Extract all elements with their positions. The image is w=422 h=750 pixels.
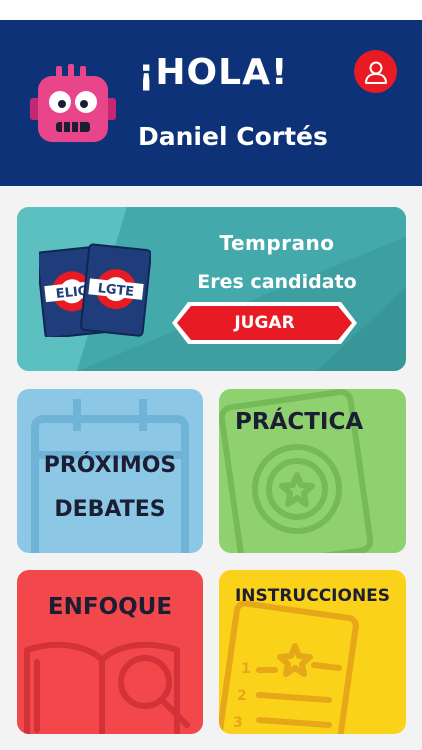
svg-text:3: 3 xyxy=(233,715,243,731)
tile-instructions[interactable]: 1 2 3 INSTRUCCIONES xyxy=(219,570,406,734)
tile-focus[interactable]: ENFOQUE xyxy=(17,570,203,734)
svg-text:1: 1 xyxy=(241,661,251,677)
banner-title: Temprano xyxy=(219,231,335,255)
greeting-title: ¡HOLA! xyxy=(138,52,289,93)
user-icon xyxy=(363,59,389,85)
user-name: Daniel Cortés xyxy=(138,122,328,151)
play-button[interactable]: JUGAR xyxy=(172,300,357,346)
tile-label: ENFOQUE xyxy=(47,594,173,620)
play-banner-card[interactable]: ELIG LGTE Temprano Eres candidato JUGAR xyxy=(17,207,406,371)
svg-text:2: 2 xyxy=(237,688,247,704)
candidate-status: Eres candidato xyxy=(197,271,357,293)
tile-label: PRÁCTICA xyxy=(235,409,364,435)
play-button-label: JUGAR xyxy=(234,313,295,333)
tile-label-line1: PRÓXIMOS xyxy=(43,453,177,478)
tile-practice[interactable]: PRÁCTICA xyxy=(219,389,406,553)
profile-button[interactable] xyxy=(354,50,397,93)
status-bar-area xyxy=(0,0,422,20)
tile-label: INSTRUCCIONES xyxy=(234,586,391,606)
tile-label-line2: DEBATES xyxy=(54,497,166,522)
robot-avatar-icon xyxy=(30,64,120,150)
tile-upcoming-debates[interactable]: PRÓXIMOS DEBATES xyxy=(17,389,203,553)
game-logo-cards: ELIG LGTE xyxy=(39,241,151,337)
